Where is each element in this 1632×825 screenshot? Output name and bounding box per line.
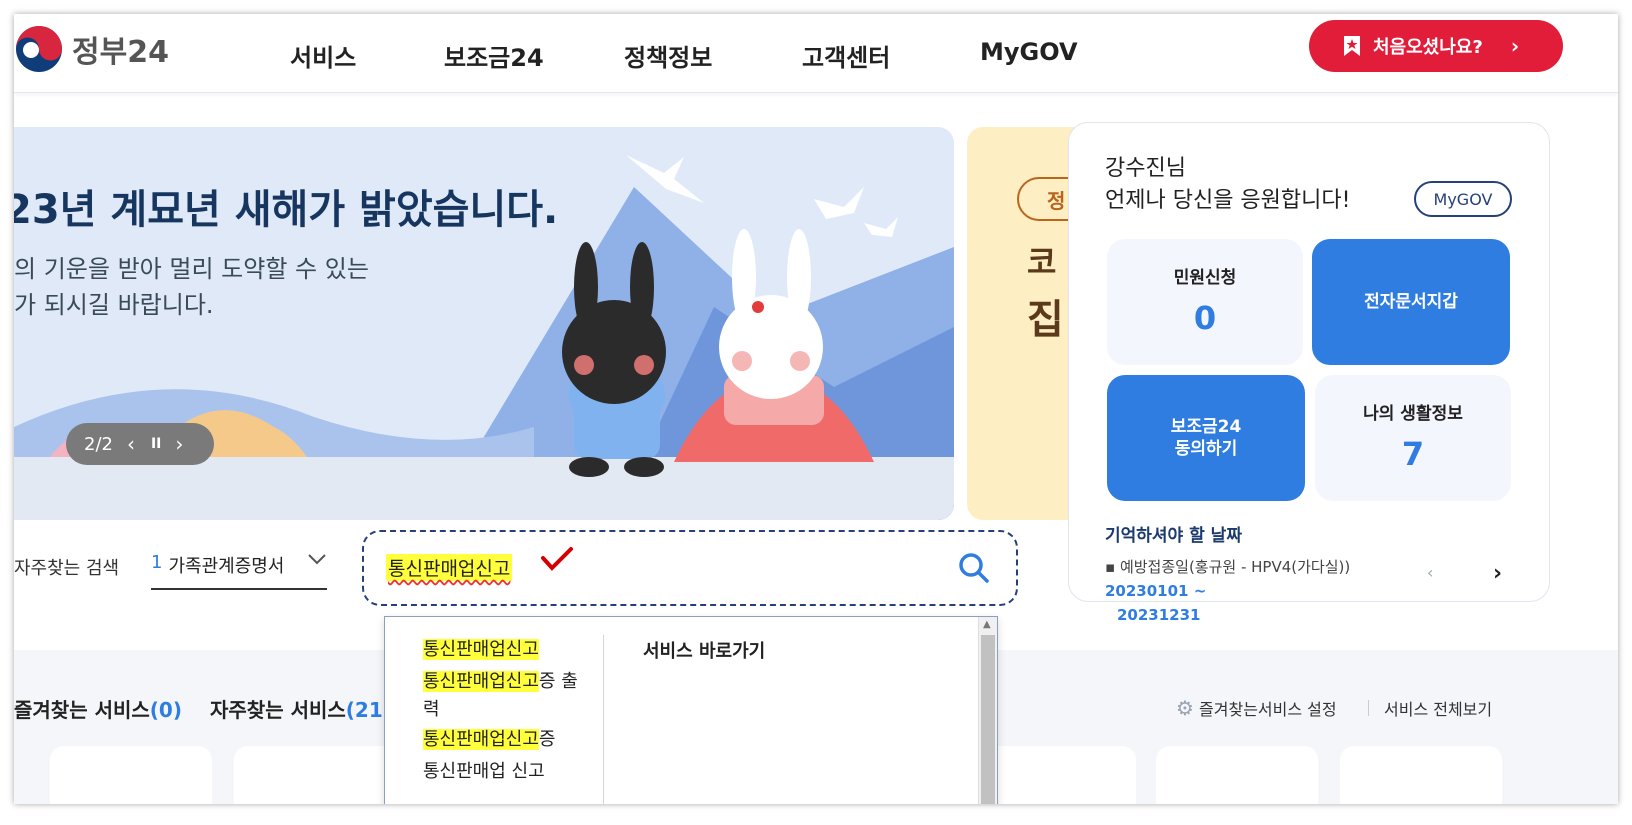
chevron-right-icon: › (1510, 34, 1520, 58)
first-visit-label: 처음오셨나요? (1373, 37, 1483, 58)
frequent-search-label: 자주찾는 검색 (14, 558, 120, 579)
tab-frequent-services[interactable]: 자주찾는 서비스(21) (210, 694, 392, 723)
item-rest: 통신판매업 신고 (423, 761, 545, 782)
next-banner-line1: 코 (1027, 243, 1057, 281)
user-message: 언제나 당신을 응원합니다! (1105, 188, 1351, 213)
match-highlight: 통신판매업신고 (423, 639, 539, 660)
autocomplete-item[interactable]: 통신판매업신고증 출 (423, 669, 578, 695)
chevron-down-icon (308, 554, 326, 565)
tile-subsidy-consent[interactable]: 보조금24 동의하기 (1107, 375, 1305, 501)
bookmark-star-icon (1344, 36, 1360, 56)
tab-label: 자주찾는 서비스 (210, 698, 346, 722)
gear-icon: ⚙ (1176, 696, 1194, 720)
banner-subtitle-line2: 가 되시길 바랍니다. (14, 291, 214, 319)
main-banner[interactable]: 23년 계묘년 새해가 밝았습니다. 의 기운을 받아 멀리 도약할 수 있는 … (14, 127, 954, 520)
service-card[interactable] (1156, 746, 1318, 804)
tile-my-life-info[interactable]: 나의 생활정보 7 (1315, 375, 1511, 501)
greeting: 강수진님 언제나 당신을 응원합니다! (1105, 153, 1350, 217)
logo-text: 정부24 (72, 35, 169, 70)
nav-customer-center[interactable]: 고객센터 (802, 38, 890, 73)
mygov-button[interactable]: MyGOV (1414, 181, 1512, 217)
site-header: 정부24 서비스 보조금24 정책정보 고객센터 MyGOV 처음오셨나요? › (14, 14, 1618, 93)
tile-label: 민원신청 (1173, 268, 1237, 288)
banner-title: 23년 계묘년 새해가 밝았습니다. (14, 187, 559, 233)
favorite-settings-label: 즐겨찾는서비스 설정 (1199, 700, 1337, 719)
user-name: 강수진님 (1105, 156, 1186, 181)
chevron-left-icon[interactable]: ‹ (127, 432, 135, 456)
remember-item-date-end: 20231231 (1117, 606, 1201, 624)
tile-label-line1: 보조금24 (1170, 417, 1242, 437)
service-card[interactable] (234, 746, 396, 804)
chevron-right-icon[interactable]: › (1493, 561, 1502, 586)
service-card[interactable] (50, 746, 212, 804)
item-rest: 증 (538, 729, 556, 750)
service-card[interactable] (1340, 746, 1502, 804)
tile-civil-application[interactable]: 민원신청 0 (1107, 239, 1303, 365)
divider (1368, 700, 1369, 716)
nav-subsidy24[interactable]: 보조금24 (444, 38, 544, 73)
remember-date-item[interactable]: ▪ 예방접종일(홍규원 - HPV4(가다실)) 20230101 ~ 2023… (1105, 555, 1435, 627)
browser-viewport: 정부24 서비스 보조금24 정책정보 고객센터 MyGOV 처음오셨나요? › (14, 14, 1618, 804)
bullet: ▪ (1105, 558, 1120, 576)
nav-policy-info[interactable]: 정책정보 (624, 38, 712, 73)
service-card[interactable] (974, 746, 1136, 804)
favorite-settings-link[interactable]: ⚙ 즐겨찾는서비스 설정 (1176, 696, 1337, 720)
tile-value: 7 (1401, 435, 1425, 473)
match-highlight: 통신판매업신고 (423, 729, 539, 750)
chevron-right-icon[interactable]: › (175, 432, 183, 456)
search-icon[interactable] (958, 552, 990, 584)
banner-subtitle-line1: 의 기운을 받아 멀리 도약할 수 있는 (14, 255, 369, 283)
search-box[interactable]: 통신판매업신고 (362, 530, 1018, 606)
autocomplete-dropdown: 통신판매업신고 통신판매업신고증 출 력 통신판매업신고증 통신판매업 신고 서… (384, 616, 998, 804)
tab-favorite-services[interactable]: 즐겨찾는 서비스(0) (14, 694, 182, 723)
match-highlight: 통신판매업신고 (423, 671, 539, 692)
pause-icon[interactable]: II (151, 436, 161, 452)
autocomplete-item[interactable]: 통신판매업신고증 (423, 727, 555, 753)
autocomplete-item[interactable]: 통신판매업신고 (423, 637, 539, 663)
tile-label: 전자문서지갑 (1364, 292, 1458, 312)
search-input[interactable]: 통신판매업신고 (386, 554, 513, 581)
autocomplete-item-continued[interactable]: 력 (423, 697, 440, 723)
dropdown-divider (603, 635, 604, 804)
remember-dates-title: 기억하셔야 할 날짜 (1105, 526, 1242, 546)
taegeuk-logo-icon (16, 26, 62, 72)
view-all-services-link[interactable]: 서비스 전체보기 (1384, 696, 1492, 720)
chevron-left-icon[interactable]: ‹ (1427, 563, 1433, 582)
frequent-value: 가족관계증명서 (168, 556, 285, 577)
item-rest: 력 (423, 699, 440, 720)
user-card: 강수진님 언제나 당신을 응원합니다! MyGOV 민원신청 0 전자문서지갑 … (1068, 122, 1550, 624)
check-mark-icon (541, 547, 573, 571)
first-visit-button[interactable]: 처음오셨나요? › (1309, 20, 1563, 72)
tile-e-document-wallet[interactable]: 전자문서지갑 (1312, 239, 1510, 365)
service-shortcut-heading: 서비스 바로가기 (643, 641, 766, 662)
scroll-up-arrow-icon[interactable]: ▲ (983, 619, 991, 630)
remember-item-text: 예방접종일(홍규원 - HPV4(가다실)) (1119, 558, 1351, 576)
item-rest: 증 출 (538, 671, 578, 692)
tab-label: 즐겨찾는 서비스 (14, 698, 150, 722)
next-banner-line2: 집 (1027, 297, 1064, 343)
nav-services[interactable]: 서비스 (290, 38, 356, 73)
dropdown-scrollbar[interactable]: ▲ (978, 617, 997, 804)
autocomplete-item[interactable]: 통신판매업 신고 (423, 759, 545, 785)
frequent-rank: 1 (151, 552, 163, 573)
frequent-search-select[interactable]: 1 가족관계증명서 (151, 552, 327, 590)
tab-count: (0) (149, 698, 182, 722)
nav-mygov[interactable]: MyGOV (980, 38, 1078, 66)
scrollbar-thumb[interactable] (981, 635, 995, 804)
banner-slider-control: 2/2 ‹ II › (66, 423, 214, 465)
tile-value: 0 (1193, 299, 1217, 337)
remember-item-date-start: 20230101 ~ (1105, 582, 1207, 600)
tile-label-line2: 동의하기 (1174, 439, 1238, 459)
site-logo[interactable]: 정부24 (14, 24, 169, 74)
tile-label: 나의 생활정보 (1363, 404, 1463, 424)
slide-indicator: 2/2 (84, 433, 113, 455)
